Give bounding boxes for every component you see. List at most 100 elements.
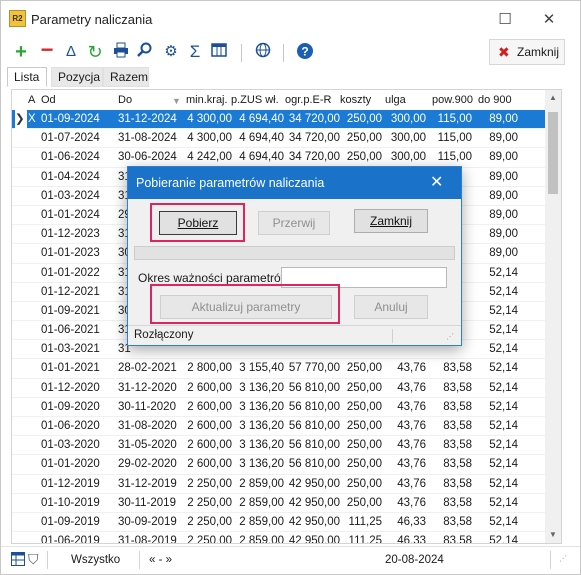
cell-do900: 52,14 (489, 458, 518, 471)
cell-pow: 83,58 (443, 381, 472, 394)
cell-min: 4 300,00 (187, 132, 232, 145)
cell-ulga: 43,76 (397, 400, 426, 413)
columns-icon[interactable] (209, 42, 229, 62)
table-row[interactable]: 01-10-2019 30-11-2019 2 250,00 2 859,00 42 9… (12, 494, 545, 513)
resize-grip-icon[interactable]: ⋰ (446, 332, 454, 341)
column-header[interactable]: koszty (340, 94, 371, 106)
cell-min: 2 250,00 (187, 477, 232, 490)
delete-icon[interactable]: − (37, 39, 57, 62)
help-icon[interactable]: ? (295, 42, 315, 62)
scroll-thumb[interactable] (548, 112, 558, 194)
table-row[interactable]: 01-06-2020 31-08-2020 2 600,00 3 136,20 56 8… (12, 417, 545, 437)
table-row[interactable]: ❯ X 01-09-2024 31-12-2024 4 300,00 4 694,40 34… (12, 110, 545, 130)
okres-label: Okres ważności parametrów: (138, 271, 293, 285)
cell-pow: 83,58 (443, 535, 472, 544)
highlight-pobierz (150, 203, 245, 242)
cell-ulga: 300,00 (390, 132, 426, 145)
cell-ulga: 300,00 (390, 151, 426, 164)
resize-grip-icon[interactable]: ⋰ (559, 554, 567, 563)
status-date: 20-08-2024 (385, 554, 444, 566)
cell-min: 2 600,00 (187, 420, 232, 432)
table-row[interactable]: 01-06-2024 30-06-2024 4 242,00 4 694,40 34 7… (12, 148, 545, 168)
table-row[interactable]: 01-01-2021 28-02-2021 2 800,00 3 155,40 57 7… (12, 359, 545, 379)
zamknij-dialog-button[interactable]: Zamknij (354, 209, 428, 233)
cell-pzus: 3 136,20 (239, 420, 284, 432)
cell-koszty: 250,00 (346, 381, 382, 394)
anuluj-button[interactable]: Anuluj (354, 295, 428, 319)
cell-min: 2 600,00 (187, 381, 232, 394)
connection-status: Rozłączony (134, 329, 194, 341)
column-header[interactable]: ulga (385, 94, 406, 106)
delta-icon[interactable]: Δ (61, 42, 81, 62)
cell-od: 01-12-2021 (41, 285, 100, 298)
cell-do: 30-09-2019 (118, 515, 177, 528)
cell-od: 01-03-2020 (41, 439, 100, 452)
column-header[interactable]: ogr.p.E-R (285, 94, 331, 106)
scroll-down-icon[interactable]: ▼ (545, 527, 561, 543)
table-row[interactable]: 01-09-2020 30-11-2020 2 600,00 3 136,20 56 8… (12, 398, 545, 417)
cell-do: 30-06-2024 (118, 151, 177, 164)
table-row[interactable]: 01-06-2019 31-08-2019 2 250,00 2 859,00 42 9… (12, 532, 545, 544)
column-header[interactable]: Do (118, 94, 132, 106)
cell-ulga: 46,33 (397, 535, 426, 544)
cell-min: 2 600,00 (187, 439, 232, 452)
cell-do900: 52,14 (489, 535, 518, 544)
toolbar-separator (241, 44, 242, 62)
nav-status[interactable]: « - » (149, 554, 172, 566)
search-icon[interactable] (135, 42, 155, 62)
cell-do: 31-08-2024 (118, 132, 177, 145)
table-row[interactable]: 01-12-2020 31-12-2020 2 600,00 3 136,20 56 8… (12, 379, 545, 398)
cell-ulga: 43,76 (397, 496, 426, 509)
toolbar-separator (283, 44, 284, 62)
row-pointer-icon: ❯ (15, 110, 27, 129)
cell-do900: 52,14 (489, 496, 518, 509)
vertical-scrollbar[interactable]: ▲ ▼ (545, 90, 561, 543)
cell-do900: 52,14 (489, 266, 518, 279)
column-header[interactable]: A (28, 94, 35, 106)
table-row[interactable]: 01-09-2019 30-09-2019 2 250,00 2 859,00 42 9… (12, 513, 545, 533)
cell-od: 01-06-2019 (41, 535, 100, 544)
tab-razem[interactable]: Razem (103, 67, 149, 87)
table-row[interactable]: 01-12-2019 31-12-2019 2 250,00 2 859,00 42 9… (12, 475, 545, 494)
cell-koszty: 250,00 (346, 420, 382, 432)
close-window-button[interactable]: ✕ (534, 9, 564, 31)
cell-min: 2 600,00 (187, 458, 232, 471)
cell-min: 4 300,00 (187, 113, 232, 125)
settings-icon[interactable]: ⚙ (161, 42, 181, 62)
add-icon[interactable]: + (11, 42, 31, 62)
cell-od: 01-01-2021 (41, 362, 100, 375)
tab-lista[interactable]: Lista (7, 67, 47, 87)
sum-icon[interactable]: Σ (185, 42, 205, 62)
cell-pzus: 2 859,00 (239, 477, 284, 490)
column-header[interactable]: do 900 (478, 94, 512, 106)
column-header[interactable]: p.ZUS wł. (231, 94, 279, 106)
cell-od: 01-09-2019 (41, 515, 100, 528)
table-row[interactable]: 01-03-2020 31-05-2020 2 600,00 3 136,20 56 8… (12, 436, 545, 456)
filter-icon[interactable]: ⛉ (28, 551, 39, 568)
refresh-icon[interactable]: ↻ (85, 42, 105, 62)
grid-view-icon[interactable] (11, 552, 25, 569)
main-window: R2 Parametry naliczania ☐ ✕ + − Δ ↻ ⚙ Σ … (0, 0, 581, 575)
table-row[interactable]: 01-01-2020 29-02-2020 2 600,00 3 136,20 56 8… (12, 455, 545, 475)
print-icon[interactable] (111, 42, 131, 62)
dialog-close-icon[interactable]: ✕ (430, 172, 443, 192)
close-button[interactable]: ✖ Zamknij (489, 39, 565, 65)
cell-od: 01-03-2024 (41, 189, 100, 202)
table-row[interactable]: 01-07-2024 31-08-2024 4 300,00 4 694,40 34 7… (12, 129, 545, 149)
globe-icon[interactable] (253, 42, 273, 62)
cell-do: 31-12-2019 (118, 477, 177, 490)
scroll-up-icon[interactable]: ▲ (545, 90, 561, 106)
cell-min: 2 600,00 (187, 400, 232, 413)
cell-do900: 89,00 (489, 189, 518, 202)
column-header[interactable]: Od (41, 94, 56, 106)
tab-pozycja[interactable]: Pozycja (51, 67, 103, 87)
cell-ogr: 42 950,00 (288, 535, 340, 544)
cell-pow: 83,58 (443, 420, 472, 432)
column-header[interactable]: min.kraj. (186, 94, 228, 106)
przerwij-button[interactable]: Przerwij (258, 211, 330, 235)
close-icon: ✖ (498, 44, 510, 60)
cell-od: 01-10-2019 (41, 496, 100, 509)
column-header[interactable]: pow.900 (432, 94, 473, 106)
maximize-button[interactable]: ☐ (490, 9, 520, 31)
cell-do: 29-02-2020 (118, 458, 177, 471)
